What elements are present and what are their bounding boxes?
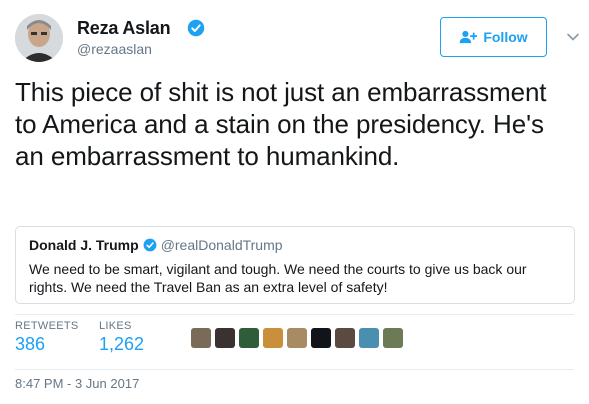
author-name[interactable]: Reza Aslan [77,18,171,39]
author-handle[interactable]: @rezaaslan [77,41,152,57]
liker-avatar[interactable] [263,328,283,348]
liker-avatar[interactable] [359,328,379,348]
likes-label: LIKES [99,320,132,332]
tweet-text: This piece of shit is not just an embarr… [15,77,547,171]
liker-avatar[interactable] [191,328,211,348]
follow-button[interactable]: Follow [440,17,547,57]
divider [15,369,574,370]
quoted-tweet[interactable]: Donald J. Trump @realDonaldTrump We need… [15,226,575,304]
quoted-tweet-header: Donald J. Trump @realDonaldTrump [29,236,561,254]
verified-badge-icon [187,19,205,37]
tweet-timestamp[interactable]: 8:47 PM - 3 Jun 2017 [15,376,139,391]
follow-label: Follow [483,29,528,45]
retweets-count: 386 [15,334,46,354]
avatar-image [15,14,63,62]
tweet-header: Reza Aslan @rezaaslan Follow [15,10,579,66]
likes-count: 1,262 [99,334,145,354]
retweets-label: RETWEETS [15,320,79,332]
verified-badge-icon [143,238,157,252]
quoted-author-handle: @realDonaldTrump [160,237,283,253]
liker-avatar[interactable] [383,328,403,348]
divider [15,314,574,315]
liker-avatar[interactable] [239,328,259,348]
avatar[interactable] [15,14,63,62]
person-plus-icon [460,30,478,44]
chevron-down-icon[interactable] [566,30,580,44]
quoted-tweet-text: We need to be smart, vigilant and tough.… [29,261,527,295]
liker-avatar[interactable] [335,328,355,348]
liker-avatar[interactable] [287,328,307,348]
likes-stat[interactable]: LIKES 1,262 [99,320,144,355]
retweets-stat[interactable]: RETWEETS 386 [15,320,79,355]
quoted-author-name: Donald J. Trump [29,237,139,253]
liker-avatars [191,328,403,348]
liker-avatar[interactable] [215,328,235,348]
liker-avatar[interactable] [311,328,331,348]
